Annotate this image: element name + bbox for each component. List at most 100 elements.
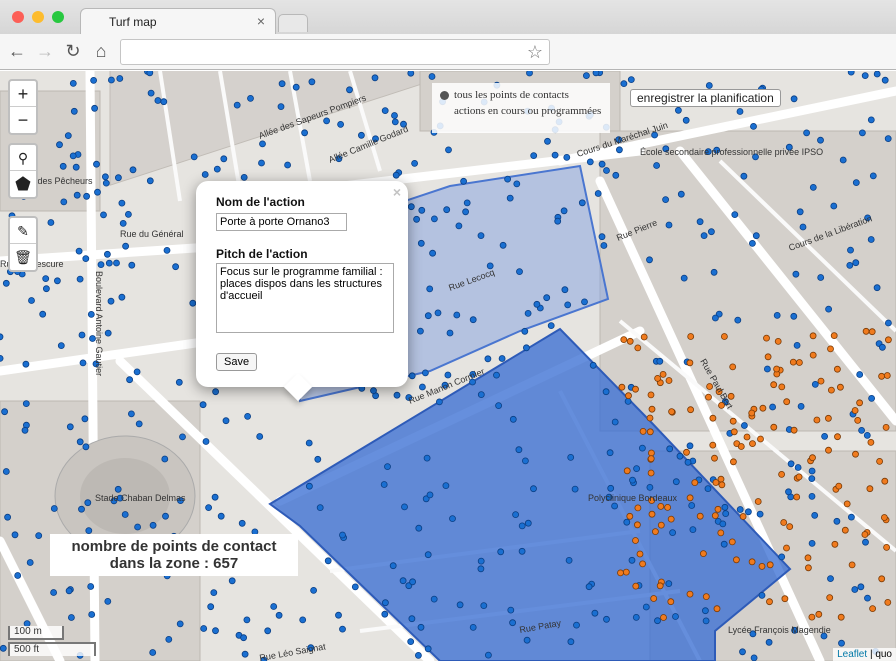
contact-point[interactable] [515,446,523,454]
contact-point[interactable] [646,483,654,491]
contact-point[interactable] [507,606,515,614]
contact-point[interactable] [864,594,871,602]
contact-point[interactable] [827,575,834,583]
contact-point[interactable] [578,199,586,207]
contact-point[interactable] [544,137,551,145]
legend-item-contacts[interactable]: tous les points de contacts [440,89,602,101]
contact-point[interactable] [423,454,431,462]
contact-point[interactable] [499,241,507,249]
contact-point[interactable] [624,397,632,405]
action-point[interactable] [668,408,675,416]
action-point[interactable] [834,365,841,373]
contact-point[interactable] [778,553,786,561]
contact-point[interactable] [335,611,342,619]
action-point[interactable] [828,386,835,394]
contact-point[interactable] [444,371,452,379]
action-point[interactable] [620,336,628,344]
save-planning-button[interactable]: enregistrer la planification [630,89,781,107]
contact-point[interactable] [611,502,618,510]
contact-point[interactable] [881,76,889,84]
contact-point[interactable] [720,540,728,548]
contact-point[interactable] [87,310,95,318]
action-point[interactable] [743,433,751,441]
contact-point[interactable] [704,485,712,493]
contact-point[interactable] [764,365,771,373]
contact-point[interactable] [429,249,437,257]
action-point[interactable] [626,337,634,345]
contact-point[interactable] [567,453,575,461]
delete-icon[interactable]: 🗑 [10,244,36,270]
action-point[interactable] [795,473,803,481]
action-point[interactable] [783,544,790,552]
contact-point[interactable] [381,599,389,607]
action-point[interactable] [786,523,794,531]
action-point[interactable] [837,613,845,621]
contact-point[interactable] [91,104,98,112]
contact-point[interactable] [869,172,877,180]
new-tab-button[interactable] [278,14,308,32]
contact-point[interactable] [202,438,210,445]
contact-point[interactable] [497,548,505,556]
contact-point[interactable] [301,129,309,137]
contact-point[interactable] [526,71,533,77]
contact-point[interactable] [323,117,331,125]
contact-point[interactable] [189,299,197,307]
action-point[interactable] [659,370,667,378]
browser-tab[interactable]: Turf map × [80,8,276,35]
contact-point[interactable] [357,131,365,139]
contact-point[interactable] [104,250,111,258]
action-point[interactable] [866,485,874,493]
contact-point[interactable] [752,232,760,240]
action-point[interactable] [804,554,812,562]
contact-point[interactable] [217,512,225,520]
contact-point[interactable] [543,294,551,302]
action-point[interactable] [686,359,694,367]
contact-point[interactable] [407,71,415,77]
action-point[interactable] [622,568,630,576]
contact-point[interactable] [851,586,859,593]
contact-point[interactable] [803,129,810,137]
action-point[interactable] [831,540,839,548]
action-point[interactable] [721,333,728,340]
contact-point[interactable] [808,492,816,500]
contact-point[interactable] [456,601,464,609]
action-point[interactable] [634,521,641,529]
action-point[interactable] [825,414,832,422]
contact-point[interactable] [740,172,748,180]
contact-point[interactable] [592,71,600,77]
contact-point[interactable] [790,312,798,320]
contact-point[interactable] [741,422,748,429]
contact-point[interactable] [407,638,415,645]
contact-point[interactable] [28,297,35,304]
contact-point[interactable] [134,523,142,531]
action-point[interactable] [639,427,647,435]
contact-point[interactable] [87,583,95,590]
action-point[interactable] [634,504,642,512]
back-icon[interactable]: ← [6,41,28,61]
contact-point[interactable] [585,583,593,591]
contact-point[interactable] [603,615,610,623]
contact-point[interactable] [0,644,7,652]
contact-point[interactable] [523,344,530,352]
action-point[interactable] [881,514,888,521]
minimize-window-button[interactable] [32,11,44,23]
action-point[interactable] [834,433,841,441]
contact-point[interactable] [561,286,569,294]
action-point[interactable] [826,594,834,601]
contact-point[interactable] [787,460,795,468]
contact-point[interactable] [305,482,313,490]
contact-point[interactable] [83,192,90,200]
contact-point[interactable] [627,76,635,84]
action-point[interactable] [881,477,889,485]
action-point[interactable] [862,327,870,335]
contact-point[interactable] [504,175,512,183]
contact-point[interactable] [299,616,307,624]
contact-point[interactable] [677,190,685,198]
contact-point[interactable] [512,511,519,519]
action-point[interactable] [687,333,695,340]
action-point[interactable] [733,556,740,564]
contact-point[interactable] [60,198,68,206]
contact-point[interactable] [847,246,854,254]
contact-point[interactable] [509,619,516,627]
contact-point[interactable] [705,82,713,89]
